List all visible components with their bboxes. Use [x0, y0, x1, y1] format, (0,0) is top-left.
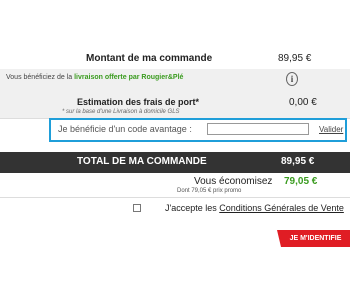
- savings-note: Dont 79,05 € prix promo: [177, 188, 242, 194]
- terms-row: J'accepte les Conditions Générales de Ve…: [0, 201, 350, 217]
- free-shipping-text: Vous bénéficiez de la livraison offerte …: [6, 74, 183, 81]
- order-amount-value: 89,95 €: [278, 53, 312, 64]
- order-total-label: TOTAL DE MA COMMANDE: [77, 156, 207, 167]
- shipping-estimate-row: Estimation des frais de port* * sur la b…: [0, 90, 350, 118]
- terms-link[interactable]: Conditions Générales de Vente: [219, 203, 344, 213]
- promo-submit-link[interactable]: Valider: [319, 125, 343, 134]
- login-button[interactable]: JE M'IDENTIFIE: [277, 230, 350, 247]
- order-amount-label: Montant de ma commande: [86, 53, 213, 64]
- savings-value: 79,05 €: [284, 176, 318, 187]
- shipping-estimate-label: Estimation des frais de port*: [77, 97, 200, 107]
- order-total-bar: TOTAL DE MA COMMANDE 89,95 €: [0, 152, 350, 173]
- terms-text: J'accepte les Conditions Générales de Ve…: [165, 203, 344, 213]
- shipping-estimate-note: * sur la base d'une Livraison à domicile…: [62, 109, 180, 115]
- promo-code-label: Je bénéficie d'un code avantage :: [58, 124, 192, 134]
- free-shipping-prefix: Vous bénéficiez de la: [6, 74, 75, 81]
- promo-code-input[interactable]: [207, 123, 309, 135]
- promo-code-box: Je bénéficie d'un code avantage : Valide…: [49, 118, 347, 142]
- free-shipping-row: Vous bénéficiez de la livraison offerte …: [0, 69, 350, 90]
- savings-label: Vous économisez: [194, 176, 273, 187]
- info-icon[interactable]: i: [286, 72, 298, 86]
- terms-checkbox[interactable]: [133, 204, 141, 212]
- order-total-value: 89,95 €: [281, 156, 315, 167]
- order-amount-row: Montant de ma commande 89,95 €: [0, 50, 350, 69]
- divider: [0, 197, 350, 198]
- terms-prefix: J'accepte les: [165, 203, 220, 213]
- savings-row: Vous économisez Dont 79,05 € prix promo …: [0, 173, 350, 197]
- shipping-estimate-value: 0,00 €: [289, 97, 317, 108]
- free-shipping-highlight: livraison offerte par Rougier&Plé: [74, 74, 184, 81]
